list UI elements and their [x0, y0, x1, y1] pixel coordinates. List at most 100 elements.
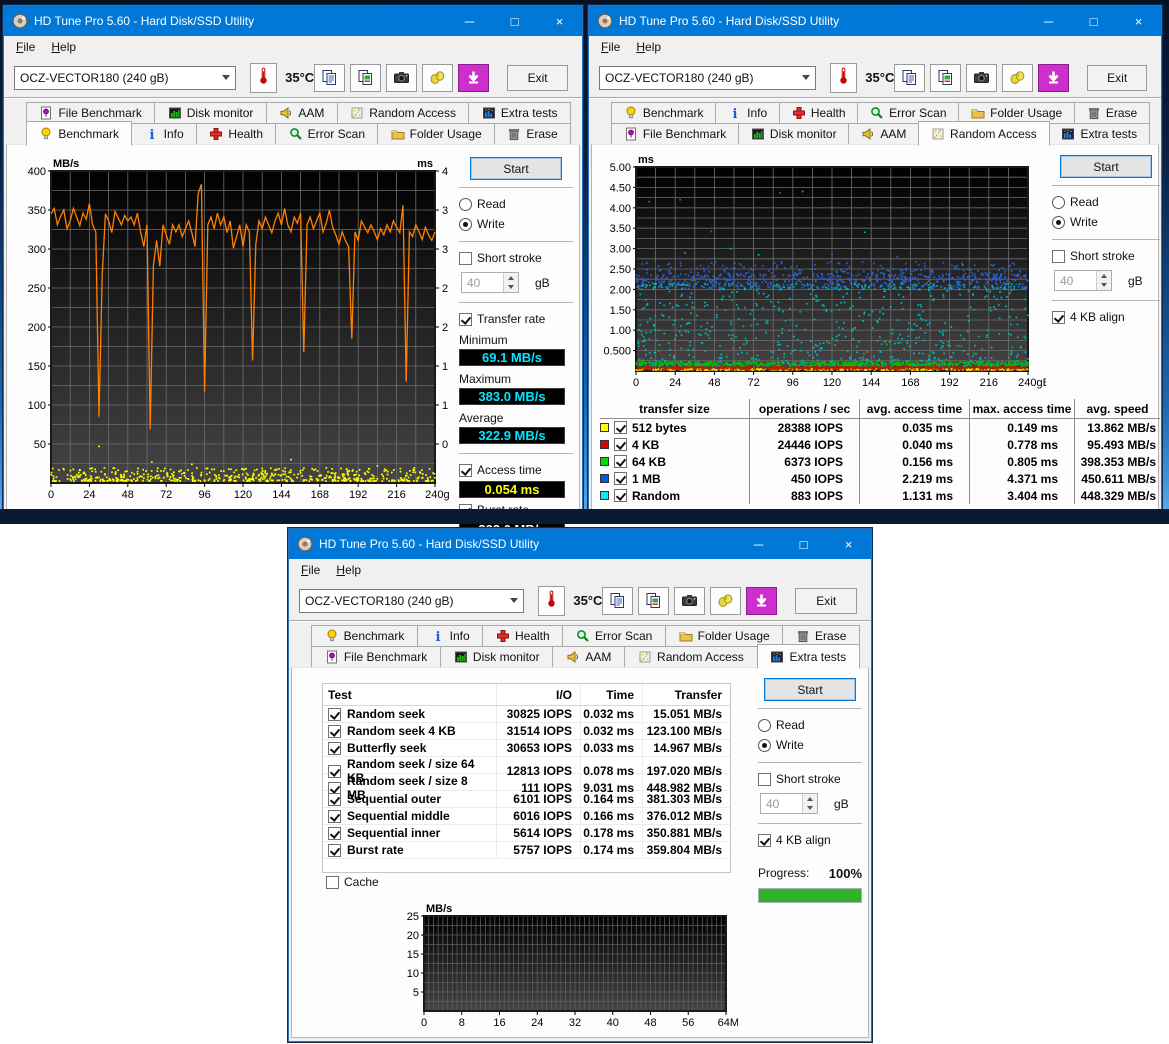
test-checkbox[interactable] [328, 765, 341, 778]
tab-error-scan[interactable]: Error Scan [562, 625, 666, 647]
tab-error-scan[interactable]: Error Scan [275, 123, 378, 145]
start-button[interactable]: Start [764, 678, 856, 701]
tab-info[interactable]: iInfo [715, 102, 780, 124]
tab-random-access[interactable]: Random Access [337, 102, 470, 124]
temperature-button[interactable] [538, 586, 566, 616]
tab-aam[interactable]: AAM [552, 646, 625, 668]
test-checkbox[interactable] [328, 708, 341, 721]
drive-select[interactable]: OCZ-VECTOR180 (240 gB) [14, 66, 236, 90]
exit-button[interactable]: Exit [795, 588, 857, 614]
test-checkbox[interactable] [328, 725, 341, 738]
write-radio[interactable]: Write [459, 215, 505, 233]
minimize-button[interactable]: ─ [447, 6, 492, 36]
tab-aam[interactable]: AAM [848, 123, 919, 145]
read-radio[interactable]: Read [758, 716, 805, 734]
spin-up-icon[interactable] [1097, 271, 1111, 281]
read-radio[interactable]: Read [459, 195, 506, 213]
menu-help[interactable]: Help [43, 38, 84, 56]
short-stroke-checkbox[interactable]: Short stroke [1052, 247, 1135, 265]
exit-button[interactable]: Exit [507, 65, 568, 91]
spinner-buttons[interactable] [503, 273, 518, 292]
tab-folder-usage[interactable]: Folder Usage [377, 123, 495, 145]
download-arrow-button[interactable] [458, 64, 489, 92]
tab-aam[interactable]: AAM [266, 102, 338, 124]
menu-help[interactable]: Help [328, 561, 369, 579]
drive-select[interactable]: OCZ-VECTOR180 (240 gB) [299, 589, 524, 613]
spin-up-icon[interactable] [803, 794, 817, 804]
copy-image-button[interactable] [350, 64, 381, 92]
stroke-size-input[interactable]: 40 [1054, 270, 1112, 291]
hand-button[interactable] [422, 64, 453, 92]
spin-up-icon[interactable] [504, 273, 518, 283]
tab-info[interactable]: iInfo [131, 123, 197, 145]
minimize-button[interactable]: ─ [1026, 6, 1071, 36]
tab-extra-tests[interactable]: Extra tests [757, 644, 860, 669]
write-radio[interactable]: Write [758, 736, 804, 754]
transfer-rate-checkbox[interactable]: Transfer rate [459, 310, 545, 328]
screenshot-button[interactable] [674, 587, 705, 615]
tab-health[interactable]: Health [196, 123, 276, 145]
tab-health[interactable]: Health [779, 102, 858, 124]
close-button[interactable]: × [537, 6, 582, 36]
tab-random-access[interactable]: Random Access [918, 121, 1049, 146]
short-stroke-checkbox[interactable]: Short stroke [758, 770, 841, 788]
maximize-button[interactable]: □ [781, 529, 826, 559]
4kb-align-checkbox[interactable]: 4 KB align [1052, 308, 1125, 326]
minimize-button[interactable]: ─ [736, 529, 781, 559]
access-time-checkbox[interactable]: Access time [459, 461, 542, 479]
test-checkbox[interactable] [328, 827, 341, 840]
copy-image-button[interactable] [638, 587, 669, 615]
test-checkbox[interactable] [328, 844, 341, 857]
close-button[interactable]: × [826, 529, 871, 559]
burst-rate-checkbox[interactable]: Burst rate [459, 501, 529, 519]
spin-down-icon[interactable] [504, 283, 518, 293]
spinner-buttons[interactable] [1096, 271, 1111, 290]
close-button[interactable]: × [1116, 6, 1161, 36]
tab-file-benchmark[interactable]: File Benchmark [611, 123, 739, 145]
series-checkbox[interactable] [614, 438, 627, 451]
test-checkbox[interactable] [328, 793, 341, 806]
menu-file[interactable]: File [593, 38, 628, 56]
hand-button[interactable] [1002, 64, 1033, 92]
exit-button[interactable]: Exit [1087, 65, 1147, 91]
hand-button[interactable] [710, 587, 741, 615]
screenshot-button[interactable] [386, 64, 417, 92]
spinner-buttons[interactable] [802, 794, 817, 813]
spin-down-icon[interactable] [1097, 281, 1111, 291]
tab-file-benchmark[interactable]: File Benchmark [311, 646, 441, 668]
tab-extra-tests[interactable]: Extra tests [1049, 123, 1150, 145]
cache-checkbox[interactable]: Cache [326, 875, 379, 889]
short-stroke-checkbox[interactable]: Short stroke [459, 249, 542, 267]
test-checkbox[interactable] [328, 810, 341, 823]
tab-disk-monitor[interactable]: Disk monitor [738, 123, 849, 145]
series-checkbox[interactable] [614, 472, 627, 485]
series-checkbox[interactable] [614, 421, 627, 434]
tab-disk-monitor[interactable]: Disk monitor [154, 102, 267, 124]
tab-health[interactable]: Health [482, 625, 563, 647]
read-radio[interactable]: Read [1052, 193, 1099, 211]
4kb-align-checkbox[interactable]: 4 KB align [758, 831, 831, 849]
series-checkbox[interactable] [614, 489, 627, 502]
tab-erase[interactable]: Erase [1074, 102, 1150, 124]
copy-text-button[interactable] [894, 64, 925, 92]
download-arrow-button[interactable] [746, 587, 777, 615]
temperature-button[interactable] [250, 63, 278, 93]
tab-disk-monitor[interactable]: Disk monitor [440, 646, 553, 668]
tab-random-access[interactable]: Random Access [624, 646, 757, 668]
copy-image-button[interactable] [930, 64, 961, 92]
stroke-size-input[interactable]: 40 [461, 272, 519, 293]
maximize-button[interactable]: □ [492, 6, 537, 36]
tab-erase[interactable]: Erase [494, 123, 571, 145]
menu-help[interactable]: Help [628, 38, 669, 56]
drive-select[interactable]: OCZ-VECTOR180 (240 gB) [599, 66, 816, 90]
screenshot-button[interactable] [966, 64, 997, 92]
tab-benchmark[interactable]: Benchmark [611, 102, 716, 124]
start-button[interactable]: Start [470, 157, 562, 180]
tab-info[interactable]: iInfo [417, 625, 483, 647]
menu-file[interactable]: File [8, 38, 43, 56]
copy-text-button[interactable] [314, 64, 345, 92]
tab-benchmark[interactable]: Benchmark [311, 625, 418, 647]
tab-extra-tests[interactable]: Extra tests [468, 102, 571, 124]
tab-benchmark[interactable]: Benchmark [26, 121, 132, 146]
copy-text-button[interactable] [602, 587, 633, 615]
